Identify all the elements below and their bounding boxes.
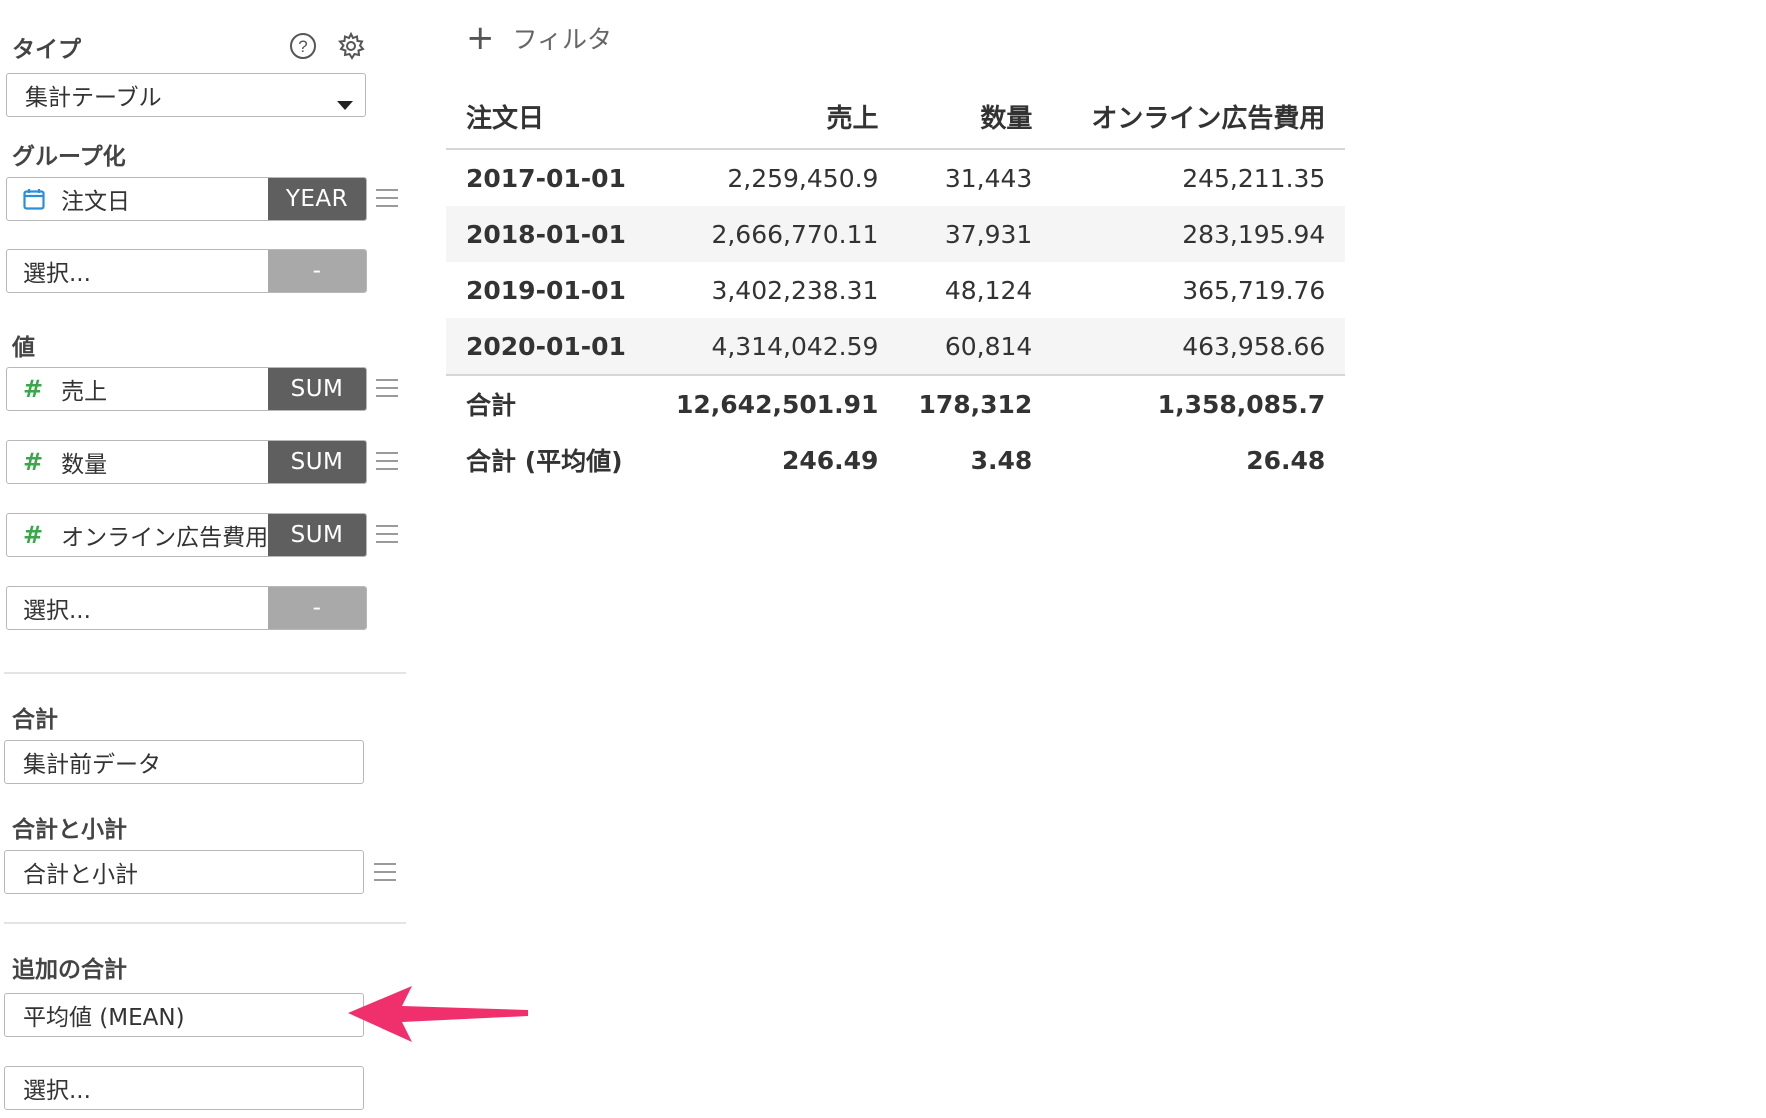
value-pill[interactable]: # 売上 SUM	[6, 367, 367, 411]
divider	[4, 672, 406, 674]
divider	[4, 922, 406, 924]
type-label: タイプ	[12, 37, 81, 63]
caret-down-icon	[337, 91, 353, 117]
cell-sales: 2,259,450.9	[727, 163, 879, 193]
cell-ad-cost: 245,211.35	[1182, 163, 1326, 193]
type-select[interactable]: 集計テーブル	[6, 73, 366, 117]
number-hash-icon: #	[23, 375, 44, 403]
values-select-placeholder: 選択...	[23, 598, 91, 624]
total-row: 合計 12,642,501.91 178,312 1,358,085.7	[446, 375, 1346, 432]
column-header[interactable]: オンライン広告費用	[1052, 84, 1345, 149]
subtotal-select-value: 合計と小計	[23, 862, 138, 888]
value-field-name: オンライン広告費用	[61, 525, 268, 551]
column-header[interactable]: 売上	[656, 84, 898, 149]
mean-quantity: 3.48	[970, 445, 1033, 475]
total-row-label: 合計	[466, 391, 517, 420]
total-label: 合計	[12, 707, 58, 733]
svg-text:?: ?	[298, 37, 307, 56]
table-row: 2019-01-01 3,402,238.31 48,124 365,719.7…	[446, 262, 1345, 318]
value-field-name: 売上	[61, 379, 108, 405]
column-header[interactable]: 数量	[898, 84, 1052, 149]
subtotal-label: 合計と小計	[12, 817, 127, 843]
drag-handle-icon[interactable]	[376, 189, 398, 207]
cell-sales: 4,314,042.59	[711, 331, 879, 361]
add-filter-button[interactable]: + フィルタ	[466, 20, 612, 56]
cell-ad-cost: 283,195.94	[1182, 219, 1326, 249]
value-field-name: 数量	[61, 452, 108, 478]
values-label: 値	[12, 335, 35, 361]
additional-total-value: 平均値 (MEAN)	[23, 1005, 185, 1031]
mean-total-row: 合計 (平均値) 246.49 3.48 26.48	[446, 432, 1345, 488]
additional-total-label: 追加の合計	[12, 957, 127, 983]
number-hash-icon: #	[23, 448, 44, 476]
additional-total-add-select[interactable]: 選択...	[4, 1066, 364, 1110]
cell-sales: 3,402,238.31	[711, 275, 879, 305]
additional-total-select[interactable]: 平均値 (MEAN)	[4, 993, 364, 1037]
total-quantity: 178,312	[918, 389, 1033, 419]
total-ad-cost: 1,358,085.7	[1157, 389, 1326, 419]
drag-handle-icon[interactable]	[376, 525, 398, 543]
drag-handle-icon[interactable]	[376, 379, 398, 397]
value-pill[interactable]: # オンライン広告費用 SUM	[6, 513, 367, 557]
value-agg-button[interactable]: SUM	[268, 368, 366, 410]
table-header-row: 注文日 売上 数量 オンライン広告費用	[446, 84, 1346, 149]
mean-row-label: 合計 (平均値)	[466, 447, 623, 476]
annotation-arrow	[340, 978, 540, 1052]
drag-handle-icon[interactable]	[376, 452, 398, 470]
group-select-placeholder: 選択...	[23, 261, 91, 287]
table-row: 2018-01-01 2,666,770.11 37,931 283,195.9…	[446, 206, 1346, 262]
total-select-value: 集計前データ	[23, 752, 161, 778]
table-row: 2017-01-01 2,259,450.9 31,443 245,211.35	[446, 149, 1345, 206]
group-label: グループ化	[12, 144, 126, 170]
cell-ad-cost: 463,958.66	[1182, 331, 1326, 361]
help-icon[interactable]: ?	[288, 31, 318, 61]
cell-quantity: 48,124	[944, 275, 1033, 305]
row-key: 2017-01-01	[466, 163, 626, 193]
mean-sales: 246.49	[781, 445, 879, 475]
total-sales: 12,642,501.91	[676, 389, 879, 419]
group-field-pill[interactable]: 注文日 YEAR	[6, 177, 367, 221]
subtotal-select[interactable]: 合計と小計	[4, 850, 364, 894]
table-row: 2020-01-01 4,314,042.59 60,814 463,958.6…	[446, 318, 1346, 375]
pivot-table: 注文日 売上 数量 オンライン広告費用 2017-01-01 2,259,450…	[446, 84, 1346, 488]
additional-total-placeholder: 選択...	[23, 1078, 91, 1104]
type-select-value: 集計テーブル	[25, 85, 162, 111]
cell-quantity: 31,443	[944, 163, 1033, 193]
total-select[interactable]: 集計前データ	[4, 740, 364, 784]
row-key: 2019-01-01	[466, 275, 626, 305]
group-select-pill[interactable]: 選択... -	[6, 249, 367, 293]
calendar-icon	[23, 188, 45, 210]
value-agg-button[interactable]: SUM	[268, 514, 366, 556]
value-agg-button[interactable]: SUM	[268, 441, 366, 483]
column-header[interactable]: 注文日	[446, 84, 656, 149]
drag-handle-icon[interactable]	[374, 863, 396, 881]
cell-quantity: 37,931	[944, 219, 1033, 249]
group-field-name: 注文日	[61, 189, 130, 215]
values-select-pill[interactable]: 選択... -	[6, 586, 367, 630]
number-hash-icon: #	[23, 521, 44, 549]
row-key: 2020-01-01	[466, 331, 626, 361]
value-pill[interactable]: # 数量 SUM	[6, 440, 367, 484]
pivot-table-container: 注文日 売上 数量 オンライン広告費用 2017-01-01 2,259,450…	[446, 84, 1346, 488]
gear-icon[interactable]	[336, 31, 366, 61]
add-filter-label: フィルタ	[512, 25, 613, 54]
group-select-agg: -	[268, 250, 366, 292]
group-agg-button[interactable]: YEAR	[268, 178, 366, 220]
plus-icon: +	[466, 18, 495, 58]
cell-sales: 2,666,770.11	[711, 219, 879, 249]
mean-ad-cost: 26.48	[1246, 445, 1326, 475]
cell-ad-cost: 365,719.76	[1182, 275, 1326, 305]
values-select-agg: -	[268, 587, 366, 629]
row-key: 2018-01-01	[466, 219, 626, 249]
cell-quantity: 60,814	[944, 331, 1033, 361]
